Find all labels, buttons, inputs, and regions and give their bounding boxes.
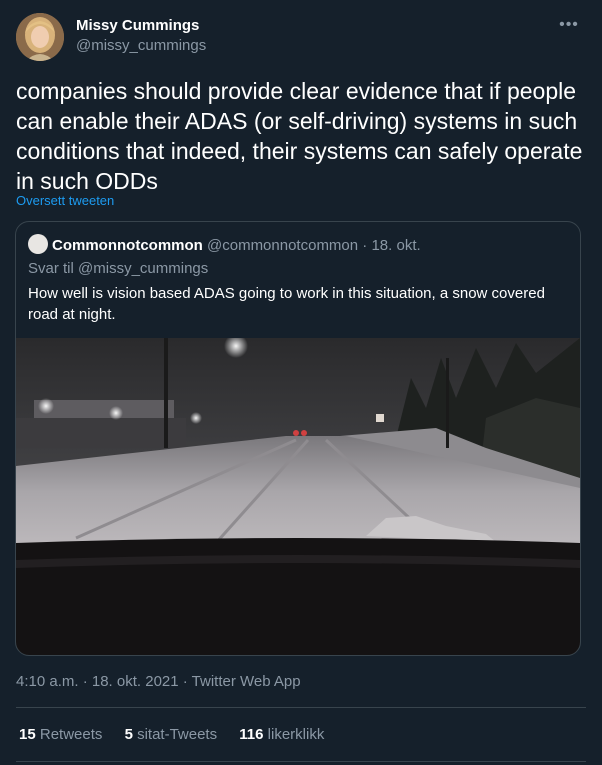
quote-tweets-label: sitat-Tweets xyxy=(137,726,218,743)
divider-bottom xyxy=(16,761,586,762)
tweet-timestamp[interactable]: 4:10 a.m. · 18. okt. 2021 · Twitter Web … xyxy=(16,672,301,692)
author-avatar-image xyxy=(16,13,64,61)
tweet-text: companies should provide clear evidence … xyxy=(16,78,583,194)
retweets-stat[interactable]: 15 Retweets xyxy=(19,725,102,745)
author-info: Missy Cummings @missy_cummings xyxy=(76,17,206,56)
tweet: Missy Cummings @missy_cummings ••• compa… xyxy=(0,0,602,765)
translate-tweet-link[interactable]: Oversett tweeten xyxy=(16,193,114,208)
author-avatar[interactable] xyxy=(16,13,64,61)
quoted-tweet-text: How well is vision based ADAS going to w… xyxy=(28,285,545,323)
snowy-road-photo xyxy=(16,338,580,655)
more-horizontal-icon[interactable]: ••• xyxy=(558,14,580,36)
retweets-label: Retweets xyxy=(39,726,103,743)
retweets-count: 15 xyxy=(19,726,36,743)
quoted-tweet-date[interactable]: 18. okt. xyxy=(371,237,420,254)
quoted-author-handle[interactable]: @commonnotcommon xyxy=(207,237,358,254)
quoted-author-avatar[interactable] xyxy=(28,234,48,254)
tweet-stats: 15 Retweets 5 sitat-Tweets 116 likerklik… xyxy=(19,725,342,745)
quoted-tweet-image[interactable] xyxy=(16,338,580,655)
quoted-tweet-header: Commonnotcommon @commonnotcommon · 18. o… xyxy=(28,234,421,256)
quote-tweets-count: 5 xyxy=(124,726,133,743)
quoted-reply-to: Svar til @missy_cummings xyxy=(28,260,209,277)
author-handle[interactable]: @missy_cummings xyxy=(76,36,206,56)
likes-stat[interactable]: 116 likerklikk xyxy=(239,725,324,745)
likes-count: 116 xyxy=(239,726,264,743)
likes-label: likerklikk xyxy=(267,726,325,743)
divider-top xyxy=(16,707,586,708)
author-name[interactable]: Missy Cummings xyxy=(76,17,206,35)
quote-tweets-stat[interactable]: 5 sitat-Tweets xyxy=(125,725,218,745)
quoted-tweet[interactable]: Commonnotcommon @commonnotcommon · 18. o… xyxy=(15,221,581,656)
quoted-author-name[interactable]: Commonnotcommon xyxy=(52,237,203,254)
quoted-separator: · xyxy=(362,237,368,254)
